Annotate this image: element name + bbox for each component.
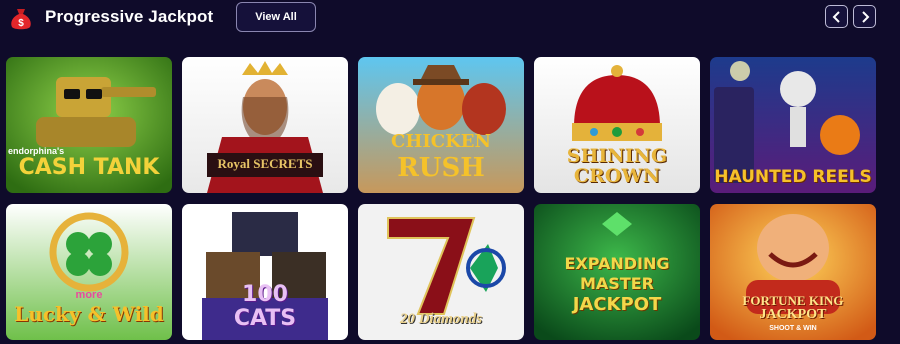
game-tile-20-diamonds[interactable]: 20 Diamonds — [358, 204, 524, 340]
game-title: Royal SECRETS — [217, 156, 313, 171]
game-tile-haunted-reels[interactable]: HAUNTED REELS — [710, 57, 876, 193]
game-title: HAUNTED REELS — [714, 167, 872, 187]
money-bag-icon: $ — [11, 9, 31, 30]
game-title: CASH TANK — [18, 155, 160, 180]
game-title-line2: CROWN — [573, 165, 661, 187]
game-title-line1: FORTUNE KING — [742, 293, 844, 308]
game-title-line2: RUSH — [397, 153, 485, 183]
svg-text:$: $ — [18, 18, 24, 29]
game-title-line1: 100 — [242, 282, 288, 307]
game-tile-expanding-master-jackpot[interactable]: EXPANDING MASTER JACKPOT — [534, 204, 700, 340]
game-title-line2: MASTER — [580, 274, 654, 293]
game-title: 20 Diamonds — [399, 311, 483, 327]
game-title-line2: JACKPOT — [759, 307, 827, 322]
chevron-left-icon — [832, 10, 840, 23]
game-title-line1: SHINING — [566, 145, 668, 167]
royal-secrets-artwork — [182, 57, 348, 193]
chevron-right-icon — [861, 10, 869, 23]
game-title-line1: more — [75, 289, 103, 301]
carousel-prev-button[interactable] — [825, 5, 848, 28]
game-title-line2: Lucky & Wild — [14, 302, 164, 326]
game-title-line3: JACKPOT — [572, 294, 662, 315]
carousel-next-button[interactable] — [853, 5, 876, 28]
view-all-button[interactable]: View All — [236, 2, 316, 32]
game-title-line2: CATS — [233, 306, 297, 331]
section-header: $ Progressive Jackpot View All — [0, 0, 900, 40]
game-title-line1: CHICKEN — [391, 131, 491, 152]
game-tile-100-cats[interactable]: 100 CATS — [182, 204, 348, 340]
game-tile-fortune-king-jackpot[interactable]: FORTUNE KING JACKPOT SHOOT & WIN — [710, 204, 876, 340]
game-tile-royal-secrets[interactable]: Royal SECRETS — [182, 57, 348, 193]
game-title-line3: SHOOT & WIN — [769, 325, 817, 332]
game-tile-shining-crown[interactable]: SHINING CROWN — [534, 57, 700, 193]
game-tile-cash-tank[interactable]: endorphina's CASH TANK — [6, 57, 172, 193]
section-title: Progressive Jackpot — [45, 7, 214, 26]
game-tile-chicken-rush[interactable]: CHICKEN RUSH — [358, 57, 524, 193]
game-tile-more-lucky-wild[interactable]: more Lucky & Wild — [6, 204, 172, 340]
game-title-line1: EXPANDING — [564, 254, 670, 273]
